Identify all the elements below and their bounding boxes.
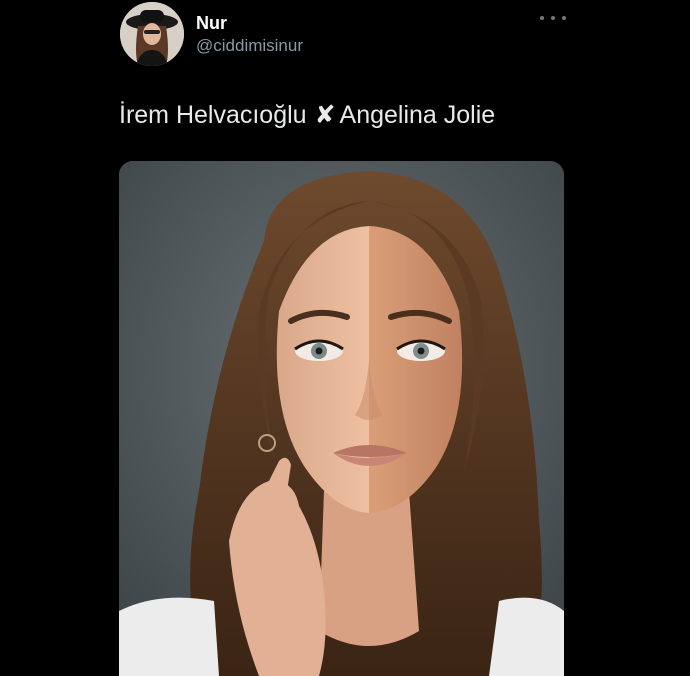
- more-horizontal-icon[interactable]: [540, 8, 566, 28]
- cross-mark-icon: ✘: [314, 101, 336, 129]
- avatar[interactable]: [120, 2, 184, 66]
- tweet-photo[interactable]: [119, 161, 564, 676]
- author-display-name[interactable]: Nur: [196, 12, 303, 34]
- tweet-text-name-left: İrem Helvacıoğlu: [119, 101, 307, 129]
- author-handle[interactable]: @ciddimisinur: [196, 34, 303, 58]
- portrait-image: [119, 161, 564, 676]
- tweet-text-name-right: Angelina Jolie: [339, 101, 496, 129]
- tweet: Nur @ciddimisinur İrem Helvacıoğlu ✘ Angel…: [0, 0, 690, 676]
- tweet-text: İrem Helvacıoğlu ✘ Angelina Jolie: [119, 98, 495, 132]
- author-info: Nur @ciddimisinur: [196, 12, 303, 58]
- avatar-image: [120, 2, 184, 66]
